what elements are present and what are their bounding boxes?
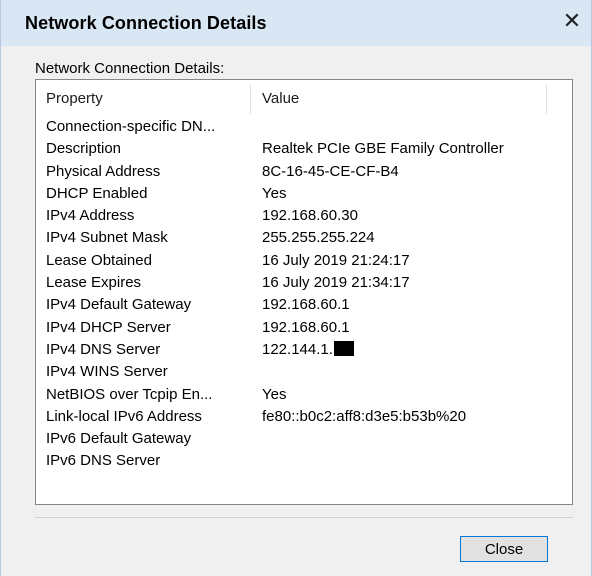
value-text: 8C-16-45-CE-CF-B4 (262, 162, 399, 180)
value-cell: 192.168.60.1 (262, 296, 350, 313)
value-text: Yes (262, 385, 287, 403)
value-text: 192.168.60.1 (262, 296, 350, 314)
table-row[interactable]: IPv4 DHCP Server 192.168.60.1 (36, 317, 572, 339)
details-list-view[interactable]: Property Value Connection-specific DN...… (35, 79, 573, 505)
property-cell: IPv4 WINS Server (46, 363, 168, 381)
value-cell: 122.144.1. (262, 340, 354, 358)
value-text: 16 July 2019 21:34:17 (262, 274, 410, 292)
value-text: 122.144.1. (262, 340, 333, 358)
redaction-block (333, 340, 354, 356)
property-cell: IPv4 Default Gateway (46, 296, 192, 314)
value-cell: 16 July 2019 21:24:17 (262, 252, 410, 269)
property-cell: IPv4 DNS Server (46, 340, 161, 358)
property-cell: NetBIOS over Tcpip En... (46, 385, 213, 403)
details-group-label: Network Connection Details: (35, 60, 225, 77)
property-cell: Physical Address (46, 162, 161, 180)
property-cell: DHCP Enabled (46, 184, 148, 202)
network-details-dialog: Network Connection Details ✕ Network Con… (0, 0, 592, 576)
table-row[interactable]: IPv6 Default Gateway (36, 428, 572, 450)
table-row[interactable]: IPv6 DNS Server (36, 450, 572, 472)
value-cell: fe80::b0c2:aff8:d3e5:b53b%20 (262, 408, 466, 425)
property-cell: Connection-specific DN... (46, 118, 216, 135)
column-header-property[interactable]: Property (46, 90, 103, 107)
table-row[interactable]: Lease Obtained 16 July 2019 21:24:17 (36, 250, 572, 272)
window-title: Network Connection Details (25, 13, 267, 33)
value-cell: 8C-16-45-CE-CF-B4 (262, 163, 399, 180)
column-divider[interactable] (546, 84, 547, 114)
property-cell: IPv4 DHCP Server (46, 318, 171, 336)
value-cell: 192.168.60.30 (262, 207, 358, 224)
value-cell: Yes (262, 185, 286, 202)
list-header: Property Value (36, 80, 572, 116)
column-header-value[interactable]: Value (262, 90, 299, 107)
table-row[interactable]: IPv4 DNS Server 122.144.1. (36, 339, 572, 361)
property-cell: Lease Expires (46, 274, 142, 292)
table-row[interactable]: Description Realtek PCIe GBE Family Contr… (36, 138, 572, 160)
value-text: 192.168.60.1 (262, 318, 350, 336)
value-text: Yes (262, 184, 287, 202)
table-row[interactable]: Physical Address 8C-16-45-CE-CF-B4 (36, 161, 572, 183)
list-rows: Connection-specific DN... Description Real… (36, 116, 572, 473)
table-row[interactable]: IPv4 Subnet Mask 255.255.255.224 (36, 227, 572, 249)
table-row[interactable]: DHCP Enabled Yes (36, 183, 572, 205)
table-row[interactable]: IPv4 WINS Server (36, 361, 572, 383)
column-divider[interactable] (250, 84, 251, 114)
value-cell: Yes (262, 386, 286, 403)
value-text: 16 July 2019 21:24:17 (262, 251, 410, 269)
close-icon[interactable]: ✕ (557, 0, 587, 42)
property-cell: IPv6 DNS Server (46, 452, 161, 470)
value-text: fe80::b0c2:aff8:d3e5:b53b%20 (262, 407, 467, 425)
table-row[interactable]: Link-local IPv6 Address fe80::b0c2:aff8:d… (36, 406, 572, 428)
table-row[interactable]: IPv4 Address 192.168.60.30 (36, 205, 572, 227)
table-row[interactable]: NetBIOS over Tcpip En... Yes (36, 384, 572, 406)
title-bar[interactable]: Network Connection Details ✕ (1, 0, 591, 46)
value-text: 192.168.60.30 (262, 207, 358, 225)
property-cell: IPv4 Address (46, 207, 135, 225)
divider (35, 517, 573, 518)
value-cell: 192.168.60.1 (262, 319, 350, 336)
value-cell: 16 July 2019 21:34:17 (262, 274, 410, 291)
table-row[interactable]: Connection-specific DN... (36, 116, 572, 138)
property-cell: Lease Obtained (46, 251, 152, 269)
value-cell: 255.255.255.224 (262, 229, 375, 246)
value-text: 255.255.255.224 (262, 229, 375, 247)
value-cell: Realtek PCIe GBE Family Controller (262, 140, 504, 157)
value-text: Realtek PCIe GBE Family Controller (262, 140, 504, 158)
property-cell: IPv6 Default Gateway (46, 430, 192, 448)
property-cell: Description (46, 140, 122, 158)
table-row[interactable]: IPv4 Default Gateway 192.168.60.1 (36, 294, 572, 316)
property-cell: Link-local IPv6 Address (46, 407, 202, 425)
property-cell: IPv4 Subnet Mask (46, 229, 168, 247)
table-row[interactable]: Lease Expires 16 July 2019 21:34:17 (36, 272, 572, 294)
close-button[interactable]: Close (460, 536, 548, 562)
